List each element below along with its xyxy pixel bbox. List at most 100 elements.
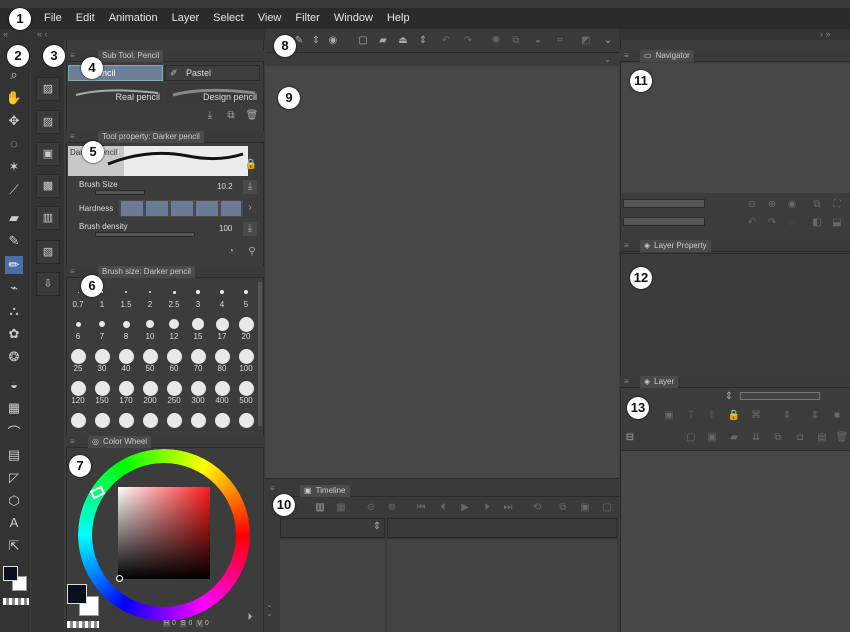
brush-density-value[interactable]: 100	[219, 224, 232, 233]
subtool-group-icon-1[interactable]: ▨	[36, 77, 60, 101]
reset-icon[interactable]: ◔	[224, 245, 238, 259]
delete-layer-icon[interactable]: 🗑	[835, 431, 849, 445]
text-icon[interactable]: A	[5, 514, 23, 532]
save-subtool-icon[interactable]: ⤓	[203, 109, 217, 123]
timeline-new-icon[interactable]: ▥	[313, 501, 327, 515]
brush-size-dot[interactable]	[94, 348, 110, 364]
cw-transparent-swatch[interactable]	[67, 621, 99, 628]
menu-filter[interactable]: Filter	[295, 12, 319, 24]
layer-lock-icon[interactable]: 🔒	[727, 409, 741, 423]
timeline-edit-icon[interactable]: ▦	[334, 501, 348, 515]
brush-size-dot[interactable]	[77, 291, 79, 293]
magic-wand-icon[interactable]: ✶	[5, 158, 23, 176]
brush-size-dot[interactable]	[166, 412, 182, 428]
nav-rotate-right-icon[interactable]: ↷	[765, 216, 779, 230]
layer-list[interactable]	[621, 450, 850, 632]
menu-help[interactable]: Help	[387, 12, 410, 24]
brush-size-dot[interactable]	[238, 412, 254, 428]
brush-size-dot[interactable]	[125, 291, 127, 293]
expand-right-icon[interactable]: › »	[820, 29, 831, 39]
brush-size-dot[interactable]	[146, 320, 154, 328]
nav-actual-size-icon[interactable]: ◉	[785, 198, 799, 212]
brush-size-dot[interactable]	[142, 380, 158, 396]
brush-size-dot[interactable]	[75, 321, 81, 327]
brush-size-dot[interactable]	[214, 412, 230, 428]
eraser-icon[interactable]: ▰	[5, 209, 23, 227]
brush-size-dot[interactable]	[238, 316, 254, 332]
deselect-icon[interactable]: ◩	[579, 34, 593, 48]
merge-icon[interactable]: ⧉	[771, 431, 785, 445]
3d-icon[interactable]: ⬡	[5, 492, 23, 510]
open-folder-icon[interactable]: ▰	[376, 34, 390, 48]
redo-icon[interactable]: ↷	[461, 34, 475, 48]
lock-icon[interactable]: 🔒	[244, 158, 258, 172]
zoom-tool-search-icon[interactable]: ⌕	[5, 66, 23, 84]
brush-size-dot[interactable]	[238, 348, 254, 364]
nav-rotate-left-icon[interactable]: ↶	[745, 216, 759, 230]
brush-density-spin-icon[interactable]: ⤓	[243, 222, 257, 236]
new-folder-icon[interactable]: ▰	[727, 431, 741, 445]
brush-size-spin-icon[interactable]: ⤓	[243, 180, 257, 194]
frame-add-icon[interactable]: ▣	[578, 501, 592, 515]
transfer-down-icon[interactable]: ⇊	[749, 431, 763, 445]
brush-size-dot[interactable]	[243, 289, 249, 295]
brush-size-dot[interactable]	[94, 412, 110, 428]
nav-reset-rotate-icon[interactable]: ◌	[785, 216, 799, 230]
layer-mask-icon[interactable]: ⌘	[749, 409, 763, 423]
brush-size-dot[interactable]	[166, 348, 182, 364]
layer-color-icon[interactable]: ■	[830, 409, 844, 423]
loop-icon[interactable]: ⟲	[530, 501, 544, 515]
new-file-icon[interactable]: ▢	[356, 34, 370, 48]
brush-size-dot[interactable]	[70, 412, 86, 428]
layer-list-toggle-icon[interactable]: ⊟	[623, 431, 637, 445]
nav-fill-icon[interactable]: ⛶	[830, 198, 844, 212]
brush-size-dot[interactable]	[169, 319, 179, 329]
subtool-tab-pastel[interactable]: ✐ Pastel	[165, 65, 260, 81]
brush-size-dot[interactable]	[94, 380, 110, 396]
brush-size-slider[interactable]	[95, 190, 145, 195]
pencil-icon[interactable]: ✏	[5, 256, 23, 274]
timeline-track-list[interactable]	[280, 540, 385, 632]
color-menu-icon[interactable]: ⏵	[243, 611, 257, 625]
blend-icon[interactable]: ❂	[5, 348, 23, 366]
transparent-swatch[interactable]	[3, 598, 29, 605]
subtool-group-icon-6[interactable]: ▧	[36, 240, 60, 264]
chevron-right-icon[interactable]: ›	[243, 201, 257, 215]
prev-frame-icon[interactable]: ⏴	[436, 501, 450, 515]
clear-icon[interactable]: ✺	[489, 34, 503, 48]
layer-clip-icon[interactable]: ▣	[662, 409, 676, 423]
brush-size-dot[interactable]	[118, 348, 134, 364]
sv-marker[interactable]	[116, 575, 123, 582]
subtool-group-icon-3[interactable]: ▣	[36, 142, 60, 166]
zoom-in-icon[interactable]: ⊕	[385, 501, 399, 515]
mask-icon[interactable]: ◘	[793, 431, 807, 445]
hardness-selector[interactable]	[119, 200, 243, 217]
nav-zoom-in-icon[interactable]: ⊕	[765, 198, 779, 212]
brush-size-dot[interactable]	[142, 412, 158, 428]
fill-command-icon[interactable]: ◒	[531, 34, 545, 48]
frame-del-icon[interactable]: ▢	[600, 501, 614, 515]
next-frame-icon[interactable]: ⏵	[480, 501, 494, 515]
curve-icon[interactable]: ⌒	[5, 424, 23, 442]
brush-size-dot[interactable]	[122, 320, 130, 328]
last-frame-icon[interactable]: ⏭	[501, 501, 515, 515]
menu-layer[interactable]: Layer	[172, 12, 200, 24]
collapse-chevron-icon[interactable]: ⌄	[604, 55, 611, 64]
brush-size-dot[interactable]	[214, 348, 230, 364]
undo-icon[interactable]: ↶	[439, 34, 453, 48]
navigator-preview[interactable]	[621, 63, 850, 193]
layer-draft-icon[interactable]: ⍢	[705, 409, 719, 423]
subtool-group-icon-2[interactable]: ▨	[36, 110, 60, 134]
subtool-group-icon-5[interactable]: ▥	[36, 206, 60, 230]
wrench-icon[interactable]: ⚲	[245, 245, 259, 259]
collapse-left-icon-2[interactable]: « ‹	[37, 29, 48, 39]
new-raster-layer-icon[interactable]: ▢	[684, 431, 698, 445]
transform-icon[interactable]: ⧉	[509, 34, 523, 48]
pen-icon[interactable]: ✎	[5, 232, 23, 250]
brush-size-dot[interactable]	[148, 290, 152, 294]
delete-subtool-icon[interactable]: 🗑	[245, 109, 259, 123]
canvas-area[interactable]	[265, 66, 619, 478]
blend-mode-spin-icon[interactable]: ⇕	[722, 390, 736, 404]
brush-size-dot[interactable]	[238, 380, 254, 396]
apply-mask-icon[interactable]: ▤	[815, 431, 829, 445]
